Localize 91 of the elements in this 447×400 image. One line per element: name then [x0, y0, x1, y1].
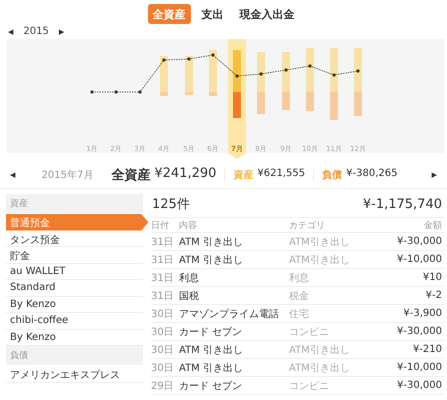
summary-value: ¥241,290 — [154, 166, 216, 183]
date-cell-text: 31日 — [151, 236, 175, 248]
summary-label: 負債 — [322, 168, 342, 182]
data-point — [162, 58, 166, 62]
column-header: 日付 — [151, 220, 170, 232]
data-point — [90, 90, 94, 94]
amount-cell-text: ¥10 — [422, 272, 443, 283]
asset-bar — [354, 48, 362, 92]
liability-bar — [233, 92, 241, 118]
amount-cell-text: ¥-3,900 — [402, 308, 443, 319]
year-label: 2015 — [23, 26, 49, 37]
category-cell-text: ATM引き出し — [289, 362, 351, 374]
section-header: 資産 — [6, 194, 143, 213]
summary-value: ¥621,555 — [257, 168, 306, 181]
liability-bar — [257, 92, 265, 114]
transaction-count: 125件 — [152, 196, 190, 213]
asset-bar — [160, 56, 168, 92]
liability-bar — [282, 92, 290, 110]
data-point — [308, 64, 312, 68]
liability-bar — [306, 92, 314, 111]
data-point — [259, 72, 263, 76]
tab[interactable]: 支出 — [196, 4, 228, 24]
description-cell-text: ATM 引き出し — [179, 344, 244, 356]
category-cell-text: コンビニ — [289, 326, 330, 338]
date-cell-text: 31日 — [151, 290, 175, 302]
data-point — [356, 69, 360, 73]
amount-cell-text: ¥-10,000 — [396, 362, 443, 373]
description-cell-text: 利息 — [179, 272, 200, 284]
account-item[interactable]: アメリカンエキスプレス — [6, 366, 143, 382]
account-item[interactable]: 貯金 — [6, 247, 143, 264]
description-cell-text: ATM 引き出し — [179, 236, 244, 248]
tab[interactable]: 現金入出金 — [234, 4, 300, 24]
description-cell-text: ATM 引き出し — [179, 254, 244, 266]
amount-cell-text: ¥-210 — [412, 344, 443, 355]
description-cell-text: カード セブン — [179, 380, 244, 392]
date-cell-text: 30日 — [151, 326, 175, 338]
liability-bar — [160, 92, 168, 96]
section-header: 負債 — [6, 346, 143, 365]
account-item[interactable]: chibi-coffee — [6, 313, 143, 330]
account-item[interactable]: タンス預金 — [6, 230, 143, 247]
asset-bar — [330, 48, 338, 92]
description-cell-text: カード セブン — [179, 326, 244, 338]
date-cell-text: 30日 — [151, 344, 175, 356]
account-item[interactable]: Standard — [6, 280, 143, 296]
amount-cell-text: ¥-30,000 — [396, 380, 443, 391]
asset-bar — [233, 50, 241, 92]
data-point — [187, 57, 191, 61]
month-label: 2015年7月 — [42, 169, 94, 182]
data-point — [211, 53, 215, 57]
date-cell-text: 31日 — [151, 272, 175, 284]
asset-bar — [185, 56, 193, 92]
data-point — [138, 90, 142, 94]
asset-bar — [257, 52, 265, 92]
column-header: 内容 — [179, 220, 198, 232]
summary-label: 資産 — [233, 168, 254, 182]
account-item[interactable]: au WALLET — [6, 264, 143, 280]
summary-value: ¥-380,265 — [346, 168, 398, 181]
liability-bar — [354, 92, 362, 116]
data-point — [332, 73, 336, 77]
summary-label: 全資産 — [111, 166, 150, 184]
date-cell-text: 30日 — [151, 308, 175, 320]
asset-bar — [306, 48, 314, 92]
category-cell-text: 税金 — [289, 290, 310, 302]
category-cell-text: 利息 — [289, 272, 310, 284]
date-cell-text: 30日 — [151, 362, 175, 374]
date-cell-text: 29日 — [151, 380, 175, 392]
account-item[interactable]: By Kenzo — [6, 296, 143, 313]
data-point — [284, 68, 288, 72]
column-header: 金額 — [423, 220, 443, 232]
date-cell-text: 31日 — [151, 254, 175, 266]
description-cell-text: ATM 引き出し — [179, 362, 244, 374]
amount-cell-text: ¥-30,000 — [396, 236, 443, 247]
asset-bar — [209, 50, 217, 92]
liability-bar — [330, 92, 338, 120]
category-cell-text: ATM引き出し — [289, 344, 351, 356]
description-cell-text: 国税 — [179, 290, 200, 302]
category-cell-text: ATM引き出し — [289, 254, 351, 266]
category-cell-text: ATM引き出し — [289, 236, 351, 248]
total-amount: ¥-1,175,740 — [362, 196, 442, 212]
category-cell-text: 住宅 — [289, 308, 310, 320]
description-cell-text: アマゾンプライム電話 — [179, 308, 280, 320]
category-cell-text: コンビニ — [289, 380, 330, 392]
amount-cell-text: ¥-2 — [424, 290, 443, 301]
amount-cell-text: ¥-10,000 — [396, 254, 443, 265]
asset-bar — [282, 52, 290, 92]
liability-bar — [209, 92, 217, 96]
data-point — [235, 74, 239, 78]
column-header: カテゴリ — [289, 220, 326, 232]
amount-cell-text: ¥-30,000 — [396, 326, 443, 337]
data-point — [114, 90, 118, 94]
liability-bar — [185, 92, 193, 95]
